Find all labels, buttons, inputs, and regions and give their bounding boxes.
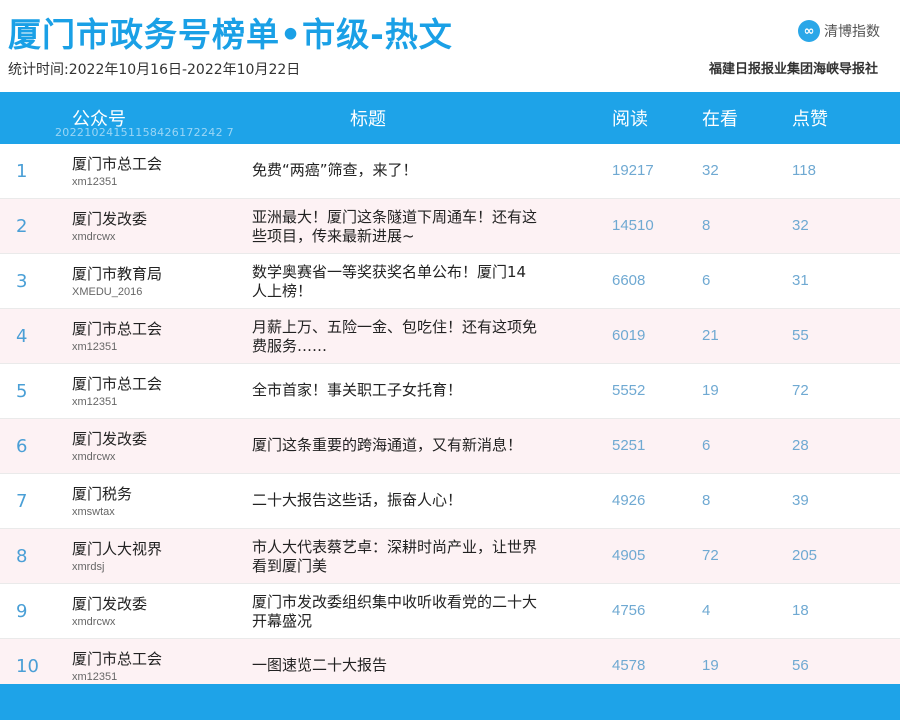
read-count: 5552 [612,382,646,399]
table-row[interactable]: 7 厦门税务 xmswtax 二十大报告这些话，振奋人心！ 4926 8 39 [0,474,900,529]
account-id: xmdrcwx [72,231,116,243]
infinity-icon: ∞ [798,20,820,42]
footer-bar [0,684,900,720]
read-count: 4578 [612,657,646,674]
table-header: 公众号 标题 阅读 在看 点赞 20221024151158426172242 … [0,92,900,144]
watching-count: 8 [702,492,711,509]
column-header-title: 标题 [350,109,386,130]
account-id: xmswtax [72,506,115,518]
like-count: 28 [792,437,809,454]
read-count: 6019 [612,327,646,344]
watching-count: 6 [702,272,711,289]
column-header-watching: 在看 [702,109,738,130]
rank-number: 6 [16,436,28,457]
table-row[interactable]: 6 厦门发改委 xmdrcwx 厦门这条重要的跨海通道，又有新消息！ 5251 6 28 [0,419,900,474]
table-row[interactable]: 4 厦门市总工会 xm12351 月薪上万、五险一金、包吃住！还有这项免费服务…… 60… [0,309,900,364]
logo: ∞ 清博指数 [798,20,880,42]
ranking-table-body: 1 厦门市总工会 xm12351 免费“两癌”筛查，来了！ 19217 32 118 2 厦门发… [0,144,900,694]
account-id: xm12351 [72,341,118,353]
header: 厦门市政务号榜单•市级-热文 统计时间:2022年10月16日-2022年10月… [0,0,900,92]
like-count: 118 [792,162,816,179]
like-count: 56 [792,657,809,674]
column-header-likes: 点赞 [792,109,828,130]
read-count: 4926 [612,492,646,509]
column-header-reads: 阅读 [612,109,648,130]
rank-number: 1 [16,161,28,182]
like-count: 72 [792,382,809,399]
read-count: 4905 [612,547,646,564]
account-name: 厦门市教育局 [72,265,163,283]
article-title[interactable]: 全市首家！事关职工子女托育！ [252,381,537,400]
like-count: 39 [792,492,809,509]
rank-number: 5 [16,381,28,402]
account-id: xmdrcwx [72,616,116,628]
article-title[interactable]: 亚洲最大！厦门这条隧道下周通车！还有这些项目，传来最新进展~ [252,208,537,246]
table-row[interactable]: 2 厦门发改委 xmdrcwx 亚洲最大！厦门这条隧道下周通车！还有这些项目，传来最新… [0,199,900,254]
watching-count: 21 [702,327,719,344]
account-id: xm12351 [72,176,118,188]
article-title[interactable]: 市人大代表蔡艺卓：深耕时尚产业，让世界看到厦门美 [252,538,537,576]
table-row[interactable]: 9 厦门发改委 xmdrcwx 厦门市发改委组织集中收听收看党的二十大开幕盛况 4756… [0,584,900,639]
like-count: 18 [792,602,809,619]
watching-count: 19 [702,382,719,399]
read-count: 6608 [612,272,646,289]
rank-number: 3 [16,271,28,292]
account-name: 厦门市总工会 [72,375,163,393]
account-name: 厦门人大视界 [72,540,163,558]
watching-count: 4 [702,602,711,619]
account-name: 厦门发改委 [72,595,148,613]
article-title[interactable]: 厦门市发改委组织集中收听收看党的二十大开幕盛况 [252,593,537,631]
watching-count: 19 [702,657,719,674]
article-title[interactable]: 二十大报告这些话，振奋人心！ [252,491,537,510]
rank-number: 10 [16,656,39,677]
read-count: 4756 [612,602,646,619]
account-id: XMEDU_2016 [72,286,143,298]
logo-text: 清博指数 [824,24,880,40]
rank-number: 4 [16,326,28,347]
read-count: 5251 [612,437,646,454]
table-row[interactable]: 1 厦门市总工会 xm12351 免费“两癌”筛查，来了！ 19217 32 118 [0,144,900,199]
account-name: 厦门市总工会 [72,320,163,338]
table-row[interactable]: 3 厦门市教育局 XMEDU_2016 数学奥赛省一等奖获奖名单公布！厦门14人上榜！… [0,254,900,309]
account-name: 厦门发改委 [72,430,148,448]
article-title[interactable]: 免费“两癌”筛查，来了！ [252,161,537,180]
account-name: 厦门市总工会 [72,155,163,173]
publisher-name: 福建日报报业集团海峡导报社 [708,62,878,77]
read-count: 14510 [612,217,654,234]
table-row[interactable]: 8 厦门人大视界 xmrdsj 市人大代表蔡艺卓：深耕时尚产业，让世界看到厦门美 490… [0,529,900,584]
article-title[interactable]: 月薪上万、五险一金、包吃住！还有这项免费服务…… [252,318,537,356]
rank-number: 8 [16,546,28,567]
id-watermark: 20221024151158426172242 7 [55,126,234,139]
account-id: xmdrcwx [72,451,116,463]
article-title[interactable]: 厦门这条重要的跨海通道，又有新消息！ [252,436,537,455]
rank-number: 7 [16,491,28,512]
watching-count: 32 [702,162,719,179]
watching-count: 8 [702,217,711,234]
account-name: 厦门发改委 [72,210,148,228]
read-count: 19217 [612,162,654,179]
account-id: xm12351 [72,671,118,683]
account-id: xm12351 [72,396,118,408]
rank-number: 2 [16,216,28,237]
like-count: 205 [792,547,818,564]
statistics-period: 统计时间:2022年10月16日-2022年10月22日 [8,62,301,78]
watching-count: 6 [702,437,711,454]
account-id: xmrdsj [72,561,105,573]
like-count: 55 [792,327,809,344]
watching-count: 72 [702,547,719,564]
table-row[interactable]: 5 厦门市总工会 xm12351 全市首家！事关职工子女托育！ 5552 19 72 [0,364,900,419]
article-title[interactable]: 一图速览二十大报告 [252,656,537,675]
article-title[interactable]: 数学奥赛省一等奖获奖名单公布！厦门14人上榜！ [252,263,537,301]
like-count: 32 [792,217,809,234]
like-count: 31 [792,272,809,289]
rank-number: 9 [16,601,28,622]
page-title: 厦门市政务号榜单•市级-热文 [8,15,453,54]
account-name: 厦门税务 [72,485,133,503]
account-name: 厦门市总工会 [72,650,163,668]
